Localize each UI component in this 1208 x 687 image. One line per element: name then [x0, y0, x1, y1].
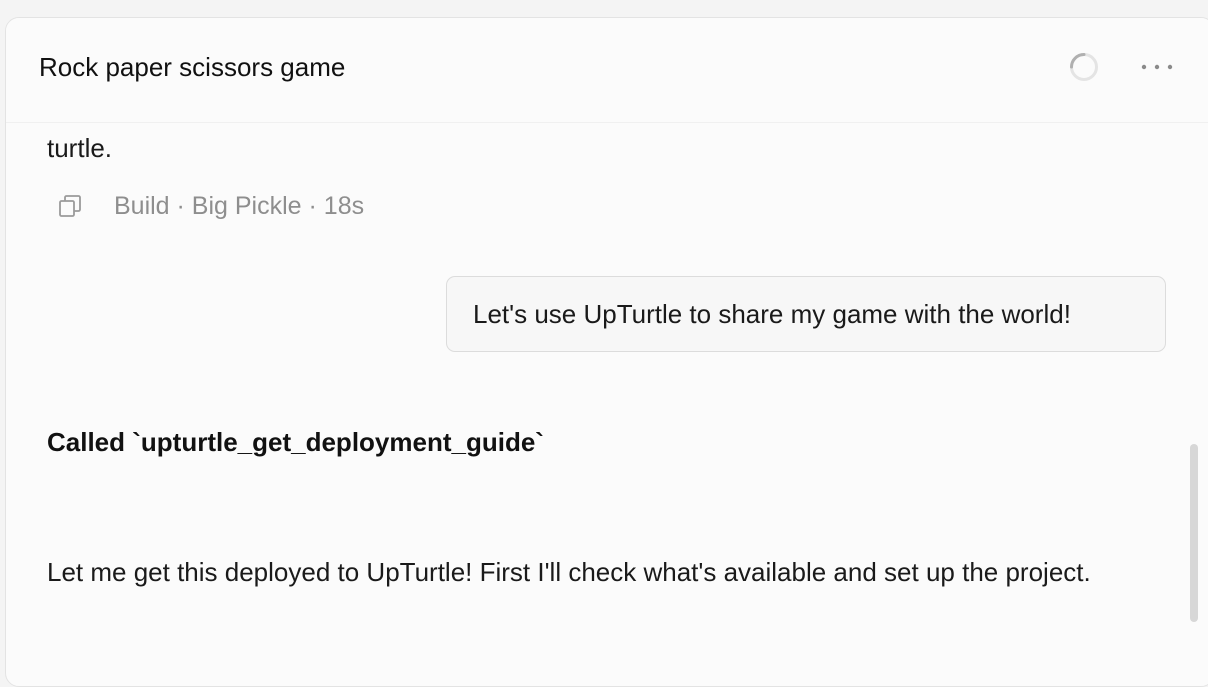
page-title: Rock paper scissors game	[39, 52, 346, 82]
assistant-message-text: Let me get this deployed to UpTurtle! Fi…	[47, 557, 1091, 587]
message-meta-row: Build · Big Pickle · 18s	[56, 190, 364, 222]
user-message-text: Let's use UpTurtle to share my game with…	[473, 298, 1071, 329]
loading-spinner-icon	[1069, 52, 1099, 82]
scrollbar-thumb[interactable]	[1190, 444, 1198, 622]
chat-header: Rock paper scissors game	[6, 18, 1208, 123]
previous-message-tail: turtle.	[47, 133, 113, 163]
chat-panel: turtle. Build · Big Pickle · 18s Let's u…	[5, 17, 1208, 687]
message-meta: Build · Big Pickle · 18s	[114, 191, 365, 220]
user-message-bubble: Let's use UpTurtle to share my game with…	[446, 276, 1166, 352]
tool-call-label[interactable]: Called `upturtle_get_deployment_guide`	[47, 426, 544, 458]
more-horizontal-icon[interactable]	[1137, 52, 1177, 82]
copy-icon[interactable]	[56, 192, 84, 220]
